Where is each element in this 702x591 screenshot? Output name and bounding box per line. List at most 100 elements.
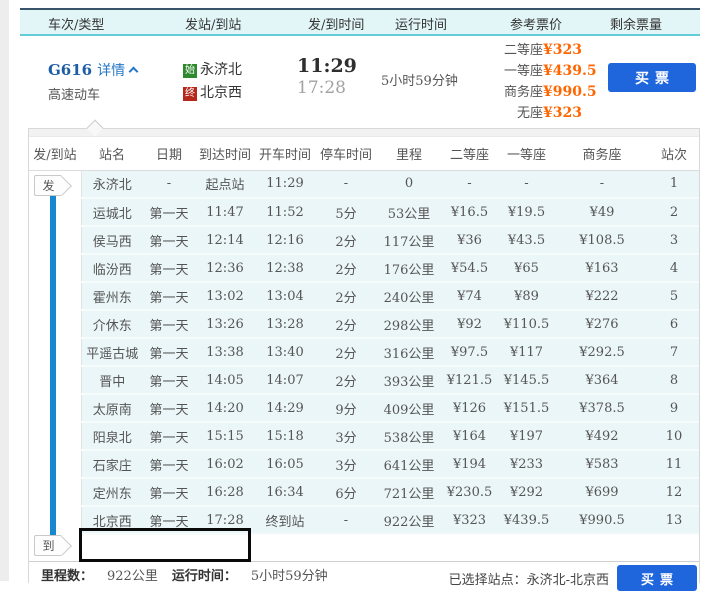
cell-arrive-time: 11:47 [195,198,255,227]
result-header-bar: 车次/类型 发站/到站 发/到时间 运行时间 参考票价 剩余票量 [20,8,700,36]
cell-stop-time: 9分 [315,394,377,423]
cell-date: 第一天 [143,394,195,423]
col-remaining: 剩余票量 [610,18,663,33]
cell-business: ¥163 [555,254,649,283]
cell-first-class: ¥89 [498,282,555,311]
depart-tag: 发 [34,175,62,196]
station-row[interactable]: 霍州东 第一天 13:02 13:04 2分 240公里 ¥74 ¥89 ¥22… [29,282,699,311]
cell-first-class: ¥19.5 [498,198,555,227]
origin-line: 始永济北 [183,59,242,82]
cell-business: ¥49 [555,198,649,227]
cell-date: 第一天 [143,366,195,395]
price-first-class: 一等座 ¥439.5 [488,61,597,82]
cell-business: ¥583 [555,450,649,479]
cell-stop-index: 13 [649,506,699,535]
cell-depart-time: 13:40 [255,338,315,367]
detail-link[interactable]: 详情 [97,63,125,79]
th-business: 商务座 [555,137,649,171]
station-row[interactable]: 北京西 第一天 17:28 终到站 - 922公里 ¥323 ¥439.5 ¥9… [29,506,699,535]
station-row[interactable]: 侯马西 第一天 12:14 12:16 2分 117公里 ¥36 ¥43.5 ¥… [29,226,699,255]
cell-second-class: ¥54.5 [441,254,498,283]
cell-arrive-time: 16:02 [195,450,255,479]
th-mileage: 里程 [377,137,441,171]
chevron-up-icon[interactable] [128,66,139,77]
cell-stop-time: 2分 [315,282,377,311]
station-row[interactable]: 晋中 第一天 14:05 14:07 2分 393公里 ¥121.5 ¥145.… [29,366,699,395]
price-value: ¥990.5 [543,84,597,100]
col-train-type: 车次/类型 [48,18,105,33]
cell-first-class: ¥110.5 [498,310,555,339]
cell-station: 平遥古城 [81,338,143,367]
selected-stations: 已选择站点：永济北-北京西 [448,572,609,588]
cell-first-class: ¥65 [498,254,555,283]
buy-ticket-button-bottom[interactable]: 买票 [617,565,697,591]
cell-mileage: 409公里 [377,394,441,423]
cell-second-class: ¥74 [441,282,498,311]
cell-date: 第一天 [143,282,195,311]
cell-depart-time: 11:29 [255,170,315,199]
buy-ticket-button-top[interactable]: 买票 [608,63,696,92]
cell-station: 石家庄 [81,450,143,479]
station-row[interactable]: 临汾西 第一天 12:36 12:38 2分 176公里 ¥54.5 ¥65 ¥… [29,254,699,283]
cell-business: ¥364 [555,366,649,395]
cell-stop-time: 2分 [315,310,377,339]
cell-second-class: ¥194 [441,450,498,479]
cell-stop-index: 6 [649,310,699,339]
cell-stop-time: 3分 [315,422,377,451]
cell-depart-time: 15:18 [255,422,315,451]
price-label: 二等座 [503,43,543,58]
cell-arrive-time: 14:05 [195,366,255,395]
cell-arrive-time: 12:14 [195,226,255,255]
cell-second-class: ¥36 [441,226,498,255]
cell-second-class: - [441,170,498,199]
cell-station: 太原南 [81,394,143,423]
cell-mileage: 53公里 [377,198,441,227]
footer-summary: 里程数： 922公里 运行时间： 5小时59分钟 [41,565,342,584]
cell-arrive-time: 12:36 [195,254,255,283]
cell-station: 临汾西 [81,254,143,283]
cell-depart-time: 12:38 [255,254,315,283]
cell-date: 第一天 [143,338,195,367]
dest-station: 北京西 [200,85,242,101]
cell-depart-time: 13:28 [255,310,315,339]
cell-first-class: ¥117 [498,338,555,367]
cell-arrive-time: 13:26 [195,310,255,339]
th-stop-time: 停车时间 [315,137,377,171]
cell-station: 永济北 [81,170,143,199]
cell-mileage: 298公里 [377,310,441,339]
price-business-class: 商务座 ¥990.5 [488,82,597,103]
cell-stop-index: 4 [649,254,699,283]
station-row[interactable]: 太原南 第一天 14:20 14:29 9分 409公里 ¥126 ¥151.5… [29,394,699,423]
cell-first-class: - [498,170,555,199]
cell-stop-time: 2分 [315,226,377,255]
cell-station: 阳泉北 [81,422,143,451]
mileage-label: 里程数： [41,569,94,584]
station-row[interactable]: 永济北 - 起点站 11:29 - 0 - - - 1 [29,170,699,199]
depart-time: 11:29 [297,55,357,77]
cell-first-class: ¥197 [498,422,555,451]
col-times: 发/到时间 [308,18,365,33]
cell-date: 第一天 [143,450,195,479]
cell-station: 定州东 [81,478,143,507]
cell-date: - [143,170,195,199]
price-value: ¥323 [543,42,582,58]
station-row[interactable]: 平遥古城 第一天 13:38 13:40 2分 316公里 ¥97.5 ¥117… [29,338,699,367]
station-row[interactable]: 石家庄 第一天 16:02 16:05 3分 641公里 ¥194 ¥233 ¥… [29,450,699,479]
cell-stop-time: - [315,506,377,535]
station-row[interactable]: 阳泉北 第一天 15:15 15:18 3分 538公里 ¥164 ¥197 ¥… [29,422,699,451]
station-row[interactable]: 运城北 第一天 11:47 11:52 5分 53公里 ¥16.5 ¥19.5 … [29,198,699,227]
cell-depart-time: 终到站 [255,506,315,535]
cell-stop-index: 1 [649,170,699,199]
col-stations: 发站/到站 [185,18,242,33]
station-row[interactable]: 定州东 第一天 16:28 16:34 6分 721公里 ¥230.5 ¥292… [29,478,699,507]
station-row[interactable]: 介休东 第一天 13:26 13:28 2分 298公里 ¥92 ¥110.5 … [29,310,699,339]
dest-badge-icon: 终 [183,87,197,101]
cell-mileage: 240公里 [377,282,441,311]
cell-arrive-time: 16:28 [195,478,255,507]
mileage-value: 922公里 [107,569,158,584]
cell-mileage: 538公里 [377,422,441,451]
cell-stop-index: 9 [649,394,699,423]
cell-station: 运城北 [81,198,143,227]
cell-stop-index: 11 [649,450,699,479]
cell-first-class: ¥151.5 [498,394,555,423]
